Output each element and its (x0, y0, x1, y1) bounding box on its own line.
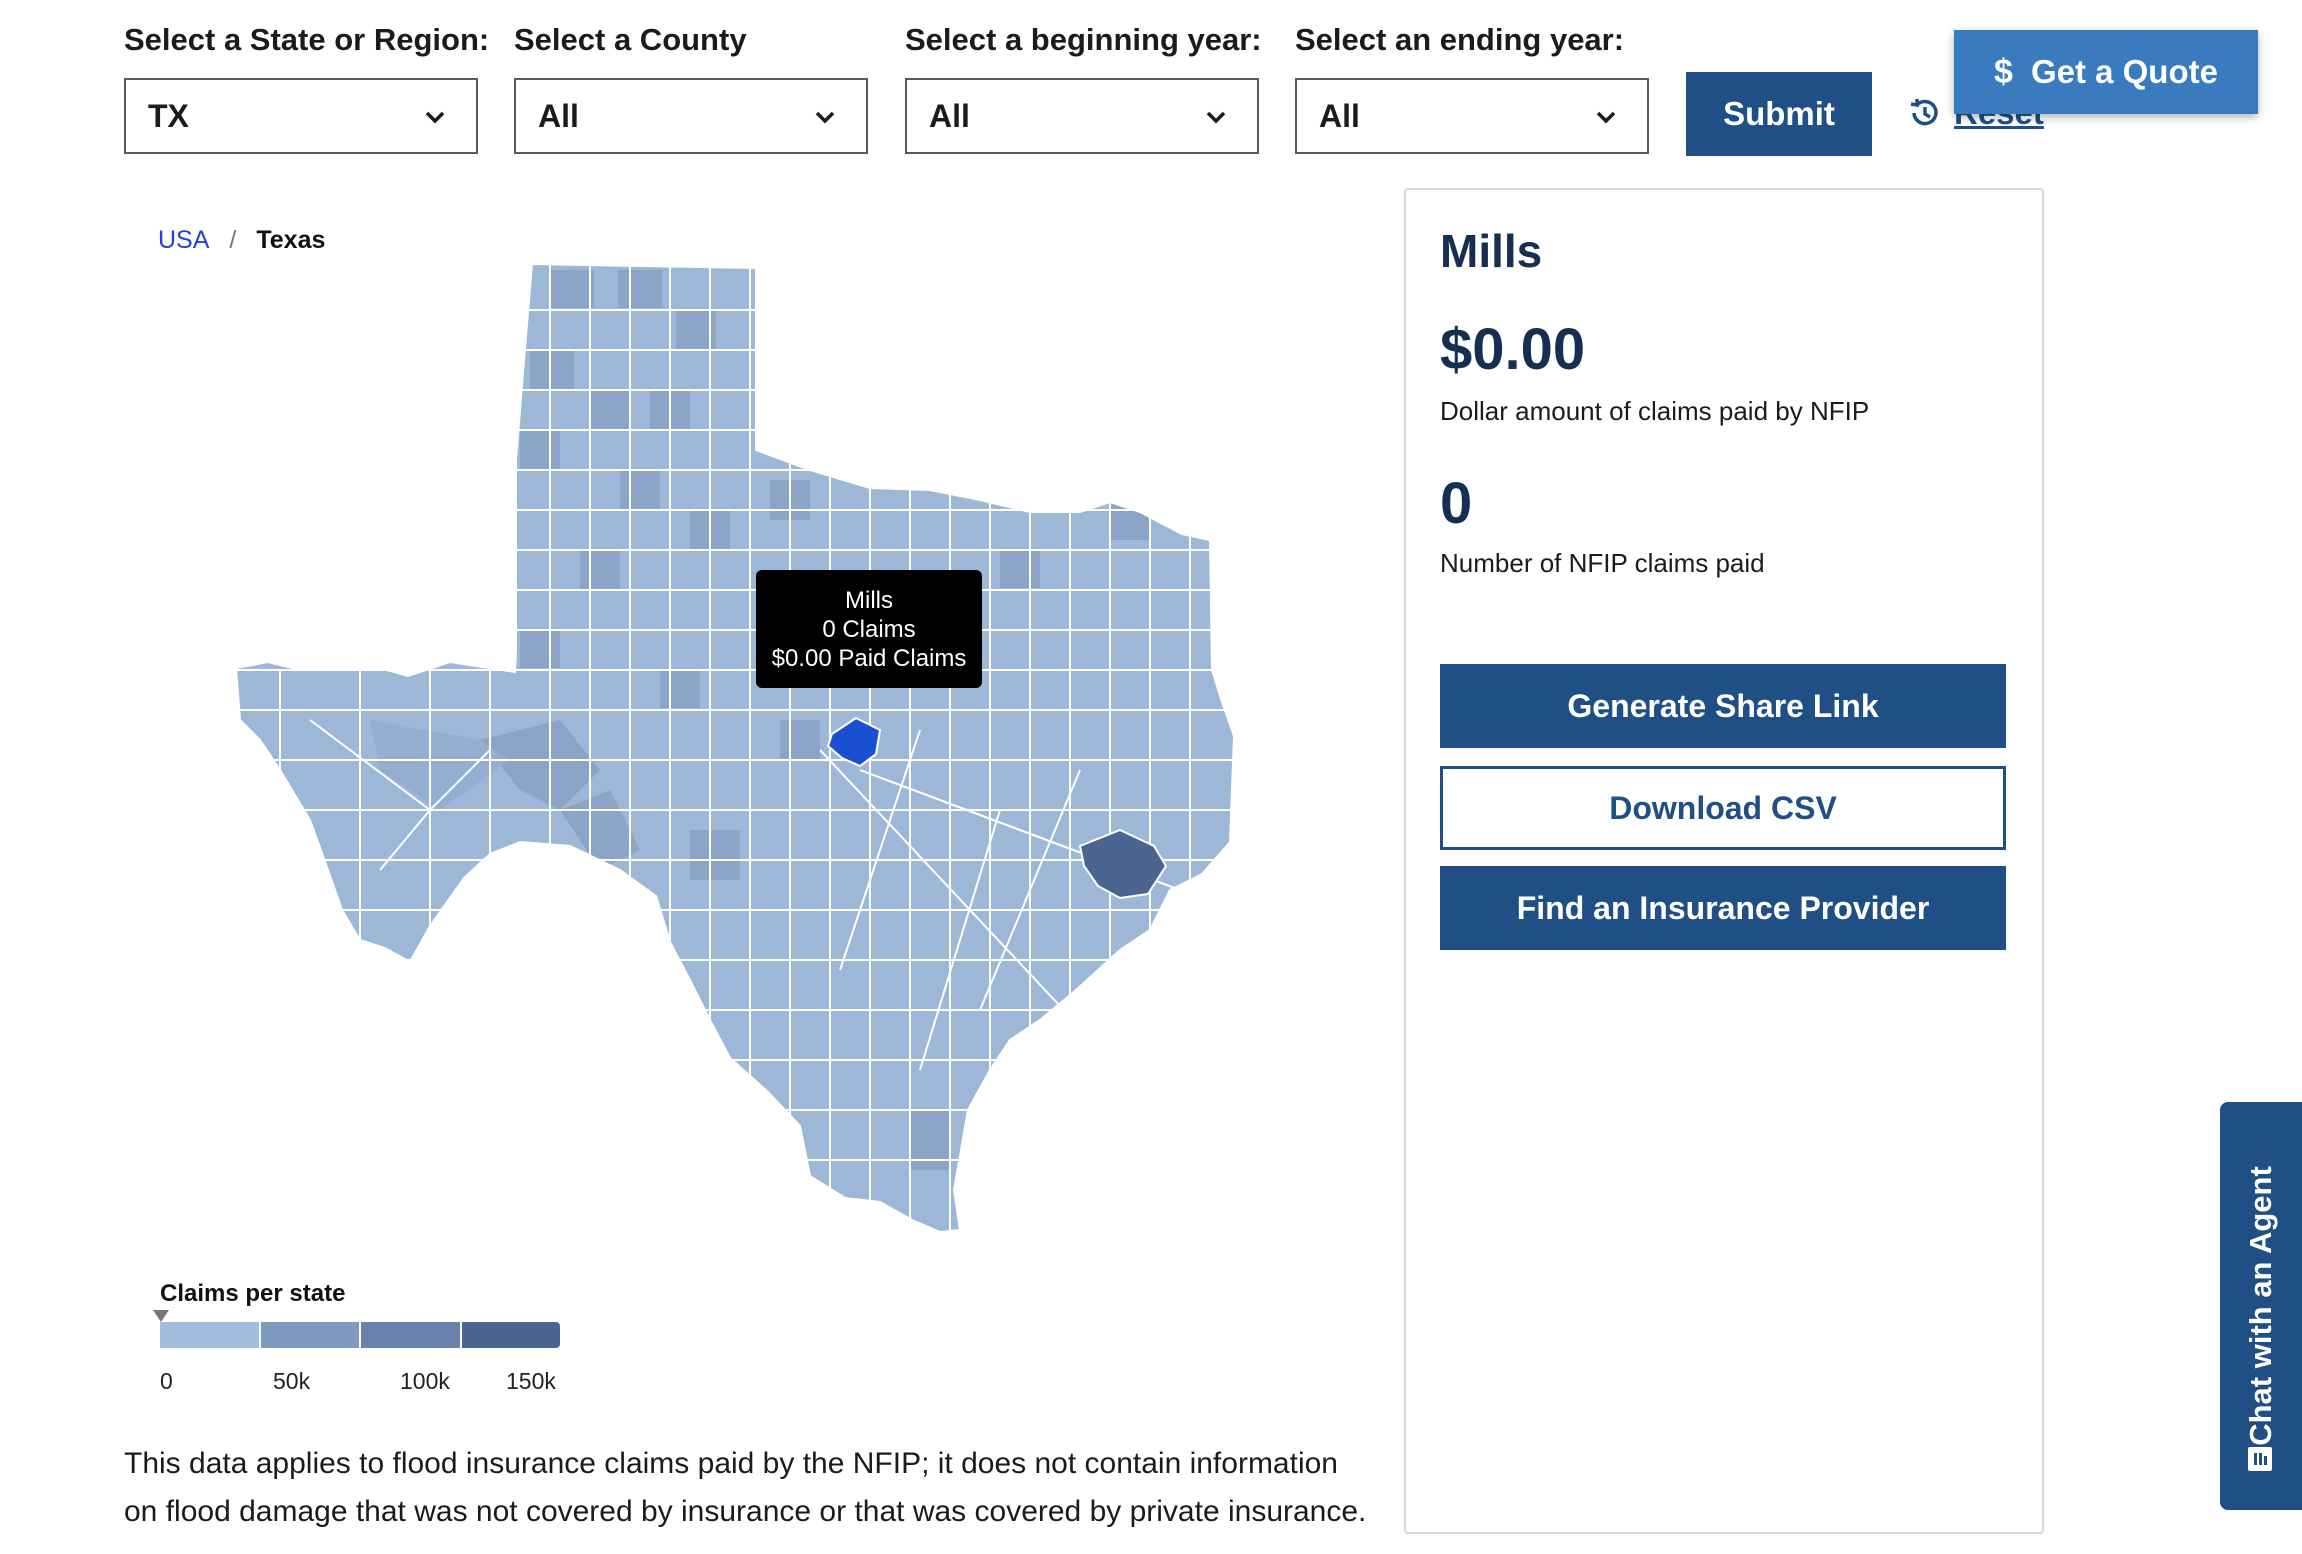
breadcrumb-usa-link[interactable]: USA (158, 226, 209, 255)
find-insurance-provider-button[interactable]: Find an Insurance Provider (1440, 866, 2006, 950)
begin-year-label: Select a beginning year: (905, 22, 1262, 57)
county-select-value: All (538, 97, 579, 134)
legend-color-scale (160, 1322, 560, 1348)
texas-county-map[interactable] (220, 250, 1280, 1250)
county-filter: Select a County All (514, 22, 868, 154)
legend-marker (153, 1310, 169, 1322)
chevron-down-icon (1596, 111, 1616, 124)
chat-icon (2248, 1447, 2272, 1471)
tooltip-claims: 0 Claims (822, 616, 916, 643)
begin-year-filter: Select a beginning year: All (905, 22, 1262, 154)
chat-with-agent-tab[interactable]: Chat with an Agent (2220, 1102, 2302, 1510)
state-select[interactable]: TX (124, 78, 478, 154)
tooltip-paid: $0.00 Paid Claims (771, 645, 967, 672)
dollar-icon: $ (1994, 52, 2013, 91)
map-tooltip: Mills 0 Claims $0.00 Paid Claims (756, 570, 982, 688)
download-csv-button[interactable]: Download CSV (1440, 766, 2006, 850)
legend-swatch-0 (160, 1322, 261, 1348)
dollar-caption: Dollar amount of claims paid by NFIP (1440, 396, 1870, 426)
claims-count: 0 (1440, 471, 1473, 536)
end-year-select[interactable]: All (1295, 78, 1649, 154)
legend-tick-150k: 150k (506, 1368, 556, 1394)
tooltip-county: Mills (845, 587, 893, 614)
legend-tick-100k: 100k (400, 1368, 450, 1394)
panel-county-name: Mills (1440, 225, 1543, 277)
begin-year-select[interactable]: All (905, 78, 1259, 154)
legend-swatch-3 (461, 1322, 560, 1348)
county-select[interactable]: All (514, 78, 868, 154)
begin-year-value: All (929, 97, 970, 134)
dollar-amount: $0.00 (1440, 317, 1586, 382)
disclaimer-text: This data applies to flood insurance cla… (124, 1447, 1367, 1528)
legend-title: Claims per state (160, 1280, 346, 1307)
get-quote-button[interactable]: $ Get a Quote (1954, 30, 2258, 114)
county-detail-panel: Mills $0.00 Dollar amount of claims paid… (1404, 188, 2044, 1534)
legend-tick-0: 0 (160, 1368, 173, 1394)
state-filter: Select a State or Region: TX (124, 22, 490, 154)
legend-swatch-2 (361, 1322, 462, 1348)
generate-share-link-button[interactable]: Generate Share Link (1440, 664, 2006, 748)
history-icon (1910, 99, 1938, 126)
end-year-value: All (1319, 97, 1360, 134)
state-filter-label: Select a State or Region: (124, 22, 490, 57)
get-quote-label: Get a Quote (2030, 53, 2218, 90)
end-year-label: Select an ending year: (1295, 22, 1625, 57)
claims-caption: Number of NFIP claims paid (1440, 548, 1765, 578)
legend-swatch-1 (260, 1322, 361, 1348)
submit-button[interactable]: Submit (1686, 72, 1872, 156)
chevron-down-icon (425, 111, 445, 124)
legend-tick-50k: 50k (273, 1368, 311, 1394)
state-select-value: TX (148, 97, 189, 134)
end-year-filter: Select an ending year: All (1295, 22, 1649, 154)
county-filter-label: Select a County (514, 22, 747, 57)
chevron-down-icon (1206, 111, 1226, 124)
chevron-down-icon (815, 111, 835, 124)
chat-label: Chat with an Agent (2243, 1166, 2278, 1446)
